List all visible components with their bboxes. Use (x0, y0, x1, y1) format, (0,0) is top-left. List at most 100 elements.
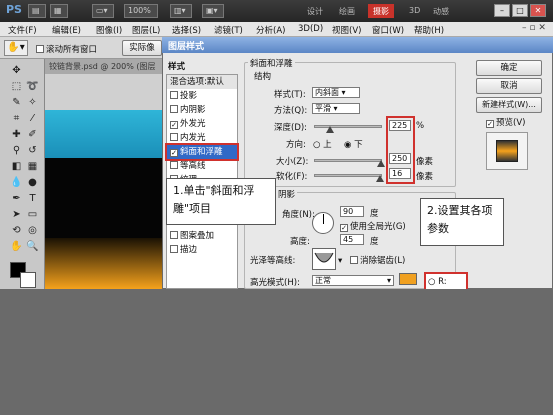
document-tab[interactable]: 铰链背景.psd @ 200% (图层 (45, 59, 165, 74)
lasso-tool-icon[interactable]: ➰ (26, 80, 39, 93)
angle-input[interactable]: 90 (340, 206, 364, 217)
minimize-icon[interactable]: – (494, 4, 510, 17)
eraser-icon[interactable]: ◧ (10, 160, 23, 173)
menu-3d[interactable]: 3D(D) (298, 24, 323, 34)
style-item[interactable]: 描边 (167, 243, 237, 257)
magic-wand-icon[interactable]: ✧ (26, 96, 39, 109)
altitude-input[interactable]: 45 (340, 234, 364, 245)
workspace-photography[interactable]: 摄影 (368, 4, 394, 18)
angle-dial[interactable] (312, 212, 334, 234)
blend-options-item[interactable]: 混合选项:默认 (167, 75, 237, 89)
canvas-cyan-band (45, 110, 165, 158)
checkbox-icon (170, 91, 178, 99)
arrange-docs-button[interactable]: ▥▾ (170, 4, 192, 18)
zoom-tool-icon[interactable]: 🔍 (26, 240, 39, 253)
shape-tool-icon[interactable]: ▭ (26, 208, 39, 221)
anti-alias-checkbox[interactable]: 消除锯齿(L) (350, 254, 405, 266)
menu-help[interactable]: 帮助(H) (414, 24, 444, 36)
blur-tool-icon[interactable]: 💧 (10, 176, 23, 189)
global-light-checkbox[interactable]: ✓ 使用全局光(G) (340, 220, 406, 232)
gloss-contour-dropdown[interactable]: ▾ (338, 256, 342, 266)
menu-select[interactable]: 选择(S) (172, 24, 201, 36)
screen-mode-button[interactable]: ▣▾ (202, 4, 224, 18)
menu-filter[interactable]: 滤镜(T) (214, 24, 243, 36)
canvas-orange-band (45, 238, 165, 289)
style-label: 样式(T): (274, 90, 306, 100)
close-icon[interactable]: ✕ (530, 4, 546, 17)
workspace-3d[interactable]: 3D (404, 4, 425, 18)
maximize-icon[interactable]: □ (512, 4, 528, 17)
highlight-color-swatch[interactable] (399, 273, 417, 285)
soften-slider[interactable] (314, 174, 382, 177)
hand-tool-icon[interactable]: ✋ (10, 240, 23, 253)
hand-tool-preset[interactable]: ✋▾ (4, 40, 28, 56)
new-style-button[interactable]: 新建样式(W)... (476, 97, 542, 113)
direction-up-radio[interactable]: ○ 上 (313, 138, 332, 150)
marquee-tool-icon[interactable]: ⬚ (10, 80, 23, 93)
checkbox-icon (170, 105, 178, 113)
style-item[interactable]: 图案叠加 (167, 229, 237, 243)
direction-down-radio[interactable]: ◉ 下 (344, 138, 363, 150)
menu-image[interactable]: 图像(I) (96, 24, 122, 36)
dodge-tool-icon[interactable]: ● (26, 176, 39, 189)
pen-tool-icon[interactable]: ✒ (10, 192, 23, 205)
scroll-all-checkbox[interactable]: 滚动所有窗口 (36, 43, 97, 55)
clone-stamp-icon[interactable]: ⚲ (10, 144, 23, 157)
healing-brush-icon[interactable]: ✚ (10, 128, 23, 141)
checkbox-icon (170, 133, 178, 141)
3d-orbit-icon[interactable]: ◎ (26, 224, 39, 237)
menu-window[interactable]: 窗口(W) (372, 24, 404, 36)
depth-unit: % (416, 121, 425, 131)
altitude-unit: 度 (370, 237, 379, 247)
menu-edit[interactable]: 编辑(E) (52, 24, 81, 36)
menu-analysis[interactable]: 分析(A) (256, 24, 285, 36)
gloss-contour-picker[interactable] (312, 248, 336, 270)
bridge-button[interactable]: ▤ (28, 4, 46, 18)
history-brush-icon[interactable]: ↺ (26, 144, 39, 157)
menu-layer[interactable]: 图层(L) (132, 24, 160, 36)
style-item[interactable]: 等高线 (167, 159, 237, 173)
background-color-swatch[interactable] (20, 272, 36, 288)
crop-tool-icon[interactable]: ⌗ (10, 112, 23, 125)
minibridge-button[interactable]: ▦ (50, 4, 68, 18)
zoom-level[interactable]: 100% (124, 4, 158, 18)
type-tool-icon[interactable]: T (26, 192, 39, 205)
document-canvas[interactable] (45, 74, 165, 289)
workspace-painting[interactable]: 绘画 (334, 4, 360, 18)
depth-slider-thumb[interactable] (326, 126, 334, 133)
values-highlight-box (386, 116, 415, 184)
view-extras-button[interactable]: ▭▾ (92, 4, 114, 18)
preview-checkbox[interactable]: ✓ 预览(V) (486, 116, 525, 128)
eyedropper-icon[interactable]: ⁄ (26, 112, 39, 125)
quick-select-icon[interactable]: ✎ (10, 96, 23, 109)
canvas-black-band (45, 158, 165, 238)
cancel-button[interactable]: 取消 (476, 78, 542, 94)
technique-select[interactable]: 平滑 ▾ (312, 103, 360, 114)
style-item[interactable]: ✓ 斜面和浮雕 (165, 143, 239, 161)
soften-slider-thumb[interactable] (376, 175, 384, 182)
actual-pixels-button[interactable]: 实际像 (122, 40, 162, 56)
style-item[interactable]: 内发光 (167, 131, 237, 145)
styles-header[interactable]: 样式 (168, 60, 185, 72)
move-tool-icon[interactable]: ✥ (10, 64, 23, 77)
partial-radio[interactable]: ○ R: (428, 277, 447, 287)
menu-file[interactable]: 文件(F) (8, 24, 37, 36)
style-select[interactable]: 内斜面 ▾ (312, 87, 360, 98)
3d-rotate-icon[interactable]: ⟲ (10, 224, 23, 237)
style-item[interactable]: 内阴影 (167, 103, 237, 117)
depth-slider[interactable] (314, 125, 382, 128)
style-item[interactable]: 投影 (167, 89, 237, 103)
workspace-design[interactable]: 设计 (302, 4, 328, 18)
style-item[interactable]: ✓ 外发光 (167, 117, 237, 131)
highlight-mode-select[interactable]: 正常 ▾ (312, 275, 394, 286)
workspace-motion[interactable]: 动感 (428, 4, 454, 18)
size-slider-thumb[interactable] (377, 160, 385, 167)
gradient-tool-icon[interactable]: ▦ (26, 160, 39, 173)
size-slider[interactable] (314, 159, 382, 162)
global-light-label: 使用全局光(G) (350, 222, 406, 232)
brush-tool-icon[interactable]: ✐ (26, 128, 39, 141)
menu-view[interactable]: 视图(V) (332, 24, 361, 36)
window-controls[interactable]: – ▫ ✕ (522, 23, 548, 35)
ok-button[interactable]: 确定 (476, 60, 542, 76)
path-select-icon[interactable]: ➤ (10, 208, 23, 221)
